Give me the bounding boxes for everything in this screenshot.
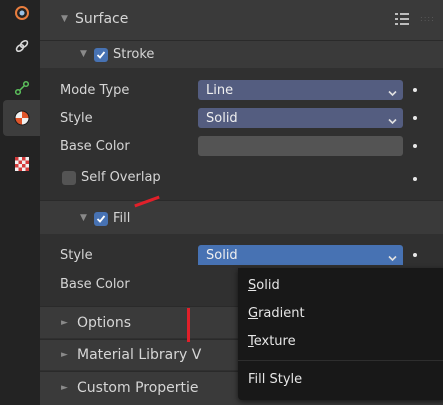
mode-type-value: Line xyxy=(206,82,234,98)
expand-arrow-icon: ▼ xyxy=(80,213,87,223)
keyframe-dot-icon[interactable] xyxy=(413,253,417,257)
custom-properties-title: Custom Propertie xyxy=(77,380,199,396)
modifier-wrench-icon xyxy=(14,80,30,96)
red-annotation-mark xyxy=(187,308,190,342)
keyframe-dot-icon[interactable] xyxy=(413,177,417,181)
mode-type-label: Mode Type xyxy=(60,83,130,98)
self-overlap-label: Self Overlap xyxy=(81,170,161,185)
stroke-style-dropdown[interactable]: Solid xyxy=(198,108,403,128)
stroke-base-color-label: Base Color xyxy=(60,139,130,154)
chevron-down-icon xyxy=(388,251,397,266)
world-icon xyxy=(14,5,30,21)
fill-subpanel-header[interactable]: ▼ Fill xyxy=(40,200,443,234)
stroke-title: Stroke xyxy=(113,47,155,62)
material-properties-panel: ▼ Surface :::: ▼ Stroke Mode Type Line S… xyxy=(40,0,443,405)
fill-style-value: Solid xyxy=(206,247,238,263)
mode-type-dropdown[interactable]: Line xyxy=(198,80,403,100)
tab-texture[interactable] xyxy=(3,146,40,182)
constraint-link-icon xyxy=(14,38,30,54)
fill-enable-checkbox[interactable] xyxy=(94,211,108,226)
fill-style-dropdown-menu: Solid Gradient Texture Fill Style xyxy=(238,268,443,400)
texture-checker-icon xyxy=(14,156,30,172)
collapsed-arrow-icon: ► xyxy=(61,383,68,393)
material-shading-icon xyxy=(14,110,30,126)
menu-item-solid[interactable]: Solid xyxy=(248,278,280,293)
fill-style-label: Style xyxy=(60,248,93,263)
menu-separator xyxy=(238,360,443,361)
collapsed-arrow-icon: ► xyxy=(61,350,68,360)
stroke-enable-checkbox[interactable] xyxy=(94,47,108,62)
stroke-style-value: Solid xyxy=(206,110,238,126)
chevron-down-icon xyxy=(388,86,397,101)
drag-grip-icon[interactable]: :::: xyxy=(420,14,435,23)
fill-title: Fill xyxy=(113,211,131,226)
fill-base-color-label: Base Color xyxy=(60,277,130,292)
tab-world[interactable] xyxy=(3,0,40,26)
stroke-style-label: Style xyxy=(60,111,93,126)
expand-arrow-icon: ▼ xyxy=(80,49,87,59)
surface-panel-header[interactable]: ▼ Surface :::: xyxy=(40,0,443,40)
tab-constraints[interactable] xyxy=(3,28,40,64)
menu-item-texture[interactable]: Texture xyxy=(248,334,296,349)
keyframe-dot-icon[interactable] xyxy=(413,116,417,120)
stroke-base-color-swatch[interactable] xyxy=(198,136,403,156)
menu-item-gradient[interactable]: Gradient xyxy=(248,306,305,321)
expand-arrow-icon: ▼ xyxy=(61,14,68,24)
collapsed-arrow-icon: ► xyxy=(61,318,68,328)
material-library-title: Material Library V xyxy=(77,347,202,363)
fill-style-dropdown[interactable]: Solid xyxy=(198,245,403,265)
keyframe-dot-icon[interactable] xyxy=(413,144,417,148)
properties-tab-strip xyxy=(0,0,40,405)
surface-title: Surface xyxy=(75,11,129,27)
tab-material[interactable] xyxy=(3,100,40,136)
self-overlap-checkbox[interactable] xyxy=(62,170,76,185)
options-title: Options xyxy=(77,315,132,331)
chevron-down-icon xyxy=(388,114,397,129)
list-options-icon[interactable] xyxy=(395,12,409,30)
keyframe-dot-icon[interactable] xyxy=(413,88,417,92)
menu-title: Fill Style xyxy=(248,372,303,387)
stroke-subpanel-header[interactable]: ▼ Stroke xyxy=(40,40,443,68)
